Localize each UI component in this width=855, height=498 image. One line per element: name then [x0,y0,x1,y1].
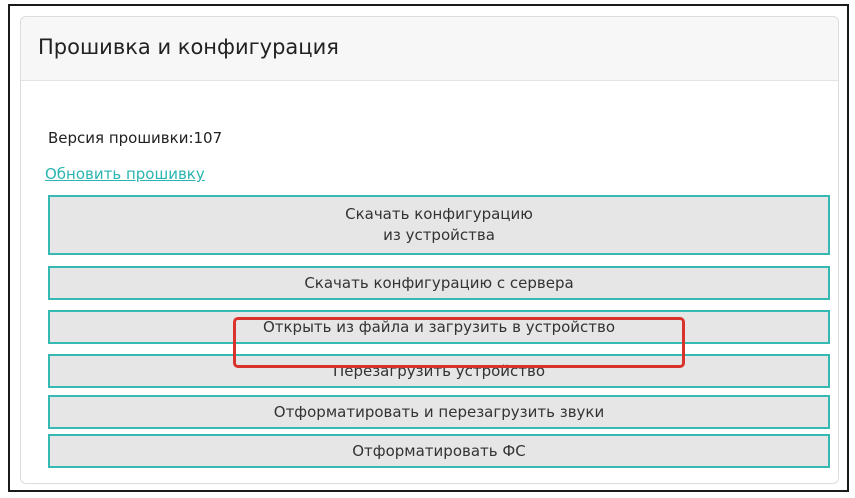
download-config-from-device-label-line2: из устройства [383,226,495,244]
update-firmware-link[interactable]: Обновить прошивку [45,165,205,183]
open-file-upload-to-device-button[interactable]: Открыть из файла и загрузить в устройств… [48,310,830,344]
firmware-version-text: Версия прошивки:107 [48,129,223,147]
panel-title: Прошивка и конфигурация [38,35,339,59]
download-config-from-server-button[interactable]: Скачать конфигурацию с сервера [48,266,830,300]
format-and-reboot-sounds-button[interactable]: Отформатировать и перезагрузить звуки [48,395,830,429]
download-config-from-device-label-line1: Скачать конфигурацию [345,205,533,223]
download-config-from-device-button[interactable]: Скачать конфигурацию из устройства [48,195,830,255]
screenshot-frame: Прошивка и конфигурация Версия прошивки:… [8,4,849,492]
firmware-config-panel: Прошивка и конфигурация Версия прошивки:… [20,16,839,484]
reboot-device-button[interactable]: Перезагрузить устройство [48,354,830,388]
panel-header: Прошивка и конфигурация [21,17,838,81]
format-fs-button[interactable]: Отформатировать ФС [48,434,830,468]
